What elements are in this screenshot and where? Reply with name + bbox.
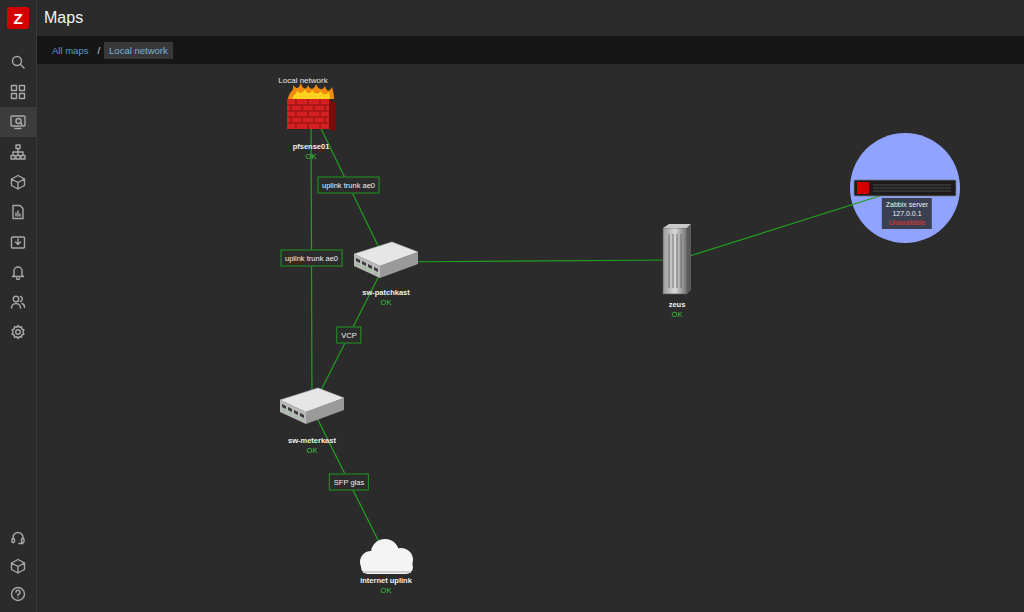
data-collection-icon: [10, 234, 26, 250]
breadcrumb[interactable]: Local network: [104, 42, 173, 59]
host-address: 127.0.0.1: [886, 209, 928, 218]
sidebar-item[interactable]: [0, 227, 36, 257]
gear-icon: [10, 324, 26, 340]
map-label: Local network: [278, 76, 327, 85]
support-icon: [10, 530, 26, 546]
element-name: zeus: [669, 300, 686, 309]
map-link: [312, 408, 386, 556]
map-link: [386, 260, 677, 262]
firewall-icon[interactable]: [284, 83, 338, 133]
link-label: SFP glas: [329, 474, 369, 491]
dashboard-icon: [10, 84, 26, 100]
link-label: uplink trunk ae0: [317, 177, 380, 194]
reports-icon: [10, 204, 26, 220]
sidebar-item[interactable]: [0, 317, 36, 347]
element-status: OK: [306, 152, 317, 161]
element-status: OK: [381, 586, 392, 595]
element-name: sw-patchkast: [362, 288, 410, 297]
element-status: OK: [307, 446, 318, 455]
sidebar-item[interactable]: [0, 287, 36, 317]
host-name: Zabbix server: [886, 200, 928, 209]
breadcrumbs: All maps / Local network: [37, 36, 1024, 64]
network-map: Local networkpfsense01OKsw-patchkastOKze…: [37, 64, 1024, 612]
host-label-box: Zabbix server127.0.0.1Unavailable: [882, 198, 932, 229]
services-icon: [10, 144, 26, 160]
breadcrumb[interactable]: All maps: [47, 42, 93, 59]
breadcrumb-separator: /: [97, 45, 100, 56]
cloud-icon[interactable]: [351, 536, 421, 576]
inventory-icon: [10, 174, 26, 190]
sidebar-item[interactable]: [0, 167, 36, 197]
map-link: [677, 188, 905, 260]
zabbix-logo[interactable]: Z: [7, 7, 29, 29]
server-tower-icon[interactable]: [661, 224, 693, 296]
sidebar-item[interactable]: [0, 552, 36, 580]
element-status: OK: [672, 310, 683, 319]
sidebar-item[interactable]: [0, 107, 36, 137]
rack-server-icon[interactable]: [853, 178, 957, 198]
sidebar-item[interactable]: [0, 524, 36, 552]
map-link: [311, 108, 386, 262]
sidebar: Z: [0, 0, 37, 612]
element-status: OK: [381, 298, 392, 307]
monitoring-icon: [10, 114, 26, 130]
element-name: pfsense01: [293, 142, 330, 151]
sidebar-item[interactable]: [0, 197, 36, 227]
users-icon: [10, 294, 26, 310]
page-header: Maps: [37, 0, 1024, 36]
map-link: [312, 262, 386, 408]
network-switch-icon[interactable]: [352, 240, 420, 284]
sidebar-item[interactable]: [0, 580, 36, 608]
host-status: Unavailable: [886, 218, 928, 227]
element-name: internet uplink: [360, 576, 412, 585]
sidebar-item[interactable]: [0, 137, 36, 167]
sidebar-item[interactable]: [0, 257, 36, 287]
bell-icon: [10, 264, 26, 280]
integrations-icon: [10, 558, 26, 574]
search-icon: [10, 54, 26, 70]
sidebar-item[interactable]: [0, 77, 36, 107]
link-label: VCP: [336, 327, 361, 344]
element-name: sw-meterkast: [288, 436, 336, 445]
link-label: uplink trunk ae0: [280, 250, 343, 267]
page-title: Maps: [44, 9, 83, 27]
network-switch-icon[interactable]: [278, 386, 346, 430]
help-icon: [10, 586, 26, 602]
sidebar-item[interactable]: [0, 47, 36, 77]
